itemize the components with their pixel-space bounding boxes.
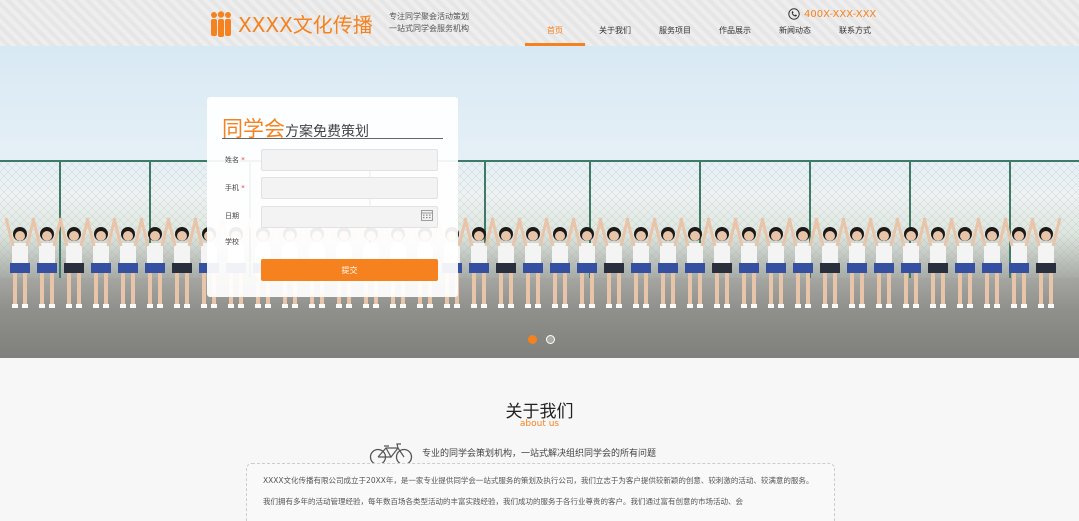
submit-button[interactable]: 提交	[261, 259, 438, 281]
about-subtitle: about us	[519, 419, 560, 429]
student-figure	[571, 217, 603, 308]
slogan: 专注同学聚会活动策划 一站式同学会服务机构	[389, 11, 469, 35]
student-figure	[490, 217, 522, 308]
student-figure	[166, 217, 198, 308]
nav-about[interactable]: 关于我们	[585, 22, 645, 46]
phone-label: 手机 *	[225, 184, 245, 192]
student-figure	[58, 217, 90, 308]
student-figure	[598, 217, 630, 308]
calendar-icon[interactable]	[421, 209, 433, 221]
about-paragraph-2: 我们拥有多年的活动管理经验，每年数百场各类型活动的丰富实践经验，我们成功的服务于…	[263, 497, 743, 506]
form-title-divider	[222, 138, 443, 139]
student-figure	[841, 217, 873, 308]
student-figure	[976, 217, 1008, 308]
date-input[interactable]	[261, 205, 438, 228]
consultation-form: 同学会方案免费策划 姓名 * 手机 * 日期 学校 提交	[207, 97, 458, 297]
brand-name: XXXX文化传播	[238, 13, 373, 37]
slogan-line-1: 专注同学聚会活动策划	[389, 12, 469, 21]
main-nav: 首页 关于我们 服务项目 作品展示 新闻动态 联系方式	[525, 22, 885, 46]
nav-contact[interactable]: 联系方式	[825, 22, 885, 46]
people-logo-icon	[211, 10, 231, 37]
student-figure	[706, 217, 738, 308]
carousel-dot-2[interactable]	[546, 335, 555, 344]
student-figure	[4, 217, 36, 308]
student-figure	[463, 217, 495, 308]
student-figure	[517, 217, 549, 308]
carousel-dot-1[interactable]	[528, 335, 537, 344]
student-figure	[868, 217, 900, 308]
student-figure	[544, 217, 576, 308]
student-figure	[85, 217, 117, 308]
date-field	[261, 204, 438, 228]
about-content-box: XXXX文化传播有限公司成立于20XX年，是一家专业提供同学会一站式服务的策划及…	[246, 463, 835, 521]
students-graphic	[4, 217, 1062, 308]
carousel-indicators	[528, 335, 564, 344]
student-figure	[679, 217, 711, 308]
nav-home[interactable]: 首页	[525, 22, 585, 46]
phone-contact: 400X-XXX-XXX	[788, 8, 876, 20]
student-figure	[922, 217, 954, 308]
school-input[interactable]	[261, 231, 438, 253]
student-figure	[625, 217, 657, 308]
phone-row: 手机 *	[225, 177, 438, 199]
name-label: 姓名 *	[225, 156, 245, 164]
student-figure	[814, 217, 846, 308]
about-paragraph-1: XXXX文化传播有限公司成立于20XX年，是一家专业提供同学会一站式服务的策划及…	[263, 476, 814, 485]
nav-news[interactable]: 新闻动态	[765, 22, 825, 46]
student-figure	[949, 217, 981, 308]
phone-icon	[788, 8, 800, 20]
about-tagline: 专业的同学会策划机构，一站式解决组织同学会的所有问题	[422, 449, 657, 459]
student-figure	[112, 217, 144, 308]
school-row: 学校	[225, 231, 438, 253]
student-figure	[787, 217, 819, 308]
date-row: 日期	[225, 204, 438, 228]
name-row: 姓名 *	[225, 149, 438, 171]
hero-banner	[0, 46, 1079, 358]
slogan-line-2: 一站式同学会服务机构	[389, 24, 469, 33]
student-figure	[895, 217, 927, 308]
nav-services[interactable]: 服务项目	[645, 22, 705, 46]
student-figure	[760, 217, 792, 308]
name-input[interactable]	[261, 149, 438, 171]
student-figure	[139, 217, 171, 308]
student-figure	[652, 217, 684, 308]
phone-input[interactable]	[261, 177, 438, 199]
school-label: 学校	[225, 238, 239, 246]
phone-number: 400X-XXX-XXX	[804, 8, 877, 20]
site-header: XXXX文化传播 专注同学聚会活动策划 一站式同学会服务机构 400X-XXX-…	[0, 0, 1079, 46]
logo[interactable]: XXXX文化传播	[210, 9, 373, 38]
student-figure	[1030, 217, 1062, 308]
nav-works[interactable]: 作品展示	[705, 22, 765, 46]
student-figure	[1003, 217, 1035, 308]
date-label: 日期	[225, 211, 239, 220]
student-figure	[733, 217, 765, 308]
student-figure	[31, 217, 63, 308]
